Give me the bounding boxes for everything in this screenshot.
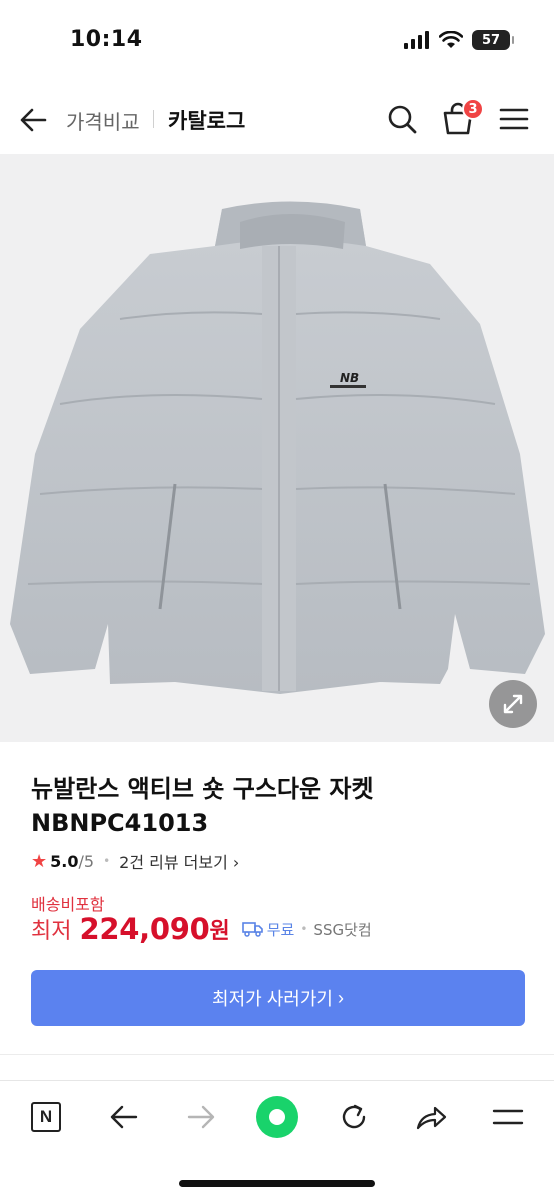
share-icon	[416, 1106, 447, 1130]
top-nav-header: 가격비교 카탈로그 3	[0, 84, 554, 154]
wifi-icon	[439, 31, 463, 48]
breadcrumb-price-compare[interactable]: 가격비교	[66, 106, 140, 135]
rating-row: ★ 5.0 /5 • 2건 리뷰 더보기 ›	[31, 849, 239, 873]
signal-icon	[404, 31, 429, 49]
svg-text:NB: NB	[340, 371, 359, 385]
menu-icon	[492, 1109, 524, 1125]
reload-button[interactable]	[332, 1095, 376, 1139]
price-value: 224,090	[79, 912, 210, 946]
expand-icon	[503, 694, 523, 714]
n-home-icon: N	[31, 1102, 61, 1132]
jacket-image: NB	[10, 201, 545, 694]
product-image[interactable]: NB	[0, 154, 554, 742]
product-title: 뉴발란스 액티브 숏 구스다운 자켓 NBNPC41013	[31, 775, 374, 837]
shipping-fee: 무료	[266, 920, 295, 939]
status-bar: 10:14 57	[0, 0, 554, 84]
lowest-price-label: 최저	[31, 919, 72, 944]
chevron-right-icon: ›	[227, 853, 240, 872]
home-indicator	[179, 1180, 375, 1187]
review-more-link[interactable]: 2건 리뷰 더보기 ›	[119, 849, 239, 873]
rating-max: /5	[78, 851, 95, 871]
forward-icon	[187, 1105, 215, 1129]
buy-lowest-price-button[interactable]: 최저가 사러가기 ›	[31, 970, 525, 1026]
price-unit: 원	[209, 919, 230, 944]
mall-name: SSG닷컴	[313, 920, 372, 939]
separator-dot: •	[300, 922, 308, 936]
back-arrow-icon[interactable]	[18, 106, 48, 134]
toolbar-menu-button[interactable]	[486, 1095, 530, 1139]
back-icon	[110, 1105, 138, 1129]
forward-button[interactable]	[179, 1095, 223, 1139]
chevron-right-icon: ›	[332, 987, 344, 1008]
status-time: 10:14	[70, 27, 143, 52]
share-button[interactable]	[409, 1095, 453, 1139]
status-icons: 57	[404, 30, 514, 50]
green-assistant-icon	[256, 1096, 298, 1138]
cart-count-badge: 3	[462, 98, 484, 120]
battery-icon: 57	[472, 30, 514, 50]
reload-icon	[342, 1104, 366, 1129]
back-button[interactable]	[102, 1095, 146, 1139]
price-row: 최저 224,090 원 무료 • SSG닷컴	[31, 912, 372, 946]
battery-level: 57	[481, 32, 501, 48]
rating-score: 5.0	[50, 851, 79, 871]
green-assistant-button[interactable]	[255, 1095, 299, 1139]
n-home-button[interactable]: N	[24, 1095, 68, 1139]
expand-image-button[interactable]	[489, 680, 537, 728]
breadcrumb-divider	[153, 110, 154, 128]
star-icon: ★	[31, 850, 48, 872]
section-divider	[0, 1054, 554, 1055]
search-icon[interactable]	[386, 103, 418, 135]
menu-icon[interactable]	[499, 105, 529, 133]
breadcrumb-catalog: 카탈로그	[168, 109, 246, 133]
separator-dot: •	[103, 854, 111, 868]
review-more-label: 2건 리뷰 더보기	[119, 853, 228, 872]
buy-button-label: 최저가 사러가기	[212, 989, 333, 1009]
truck-icon	[241, 922, 263, 937]
